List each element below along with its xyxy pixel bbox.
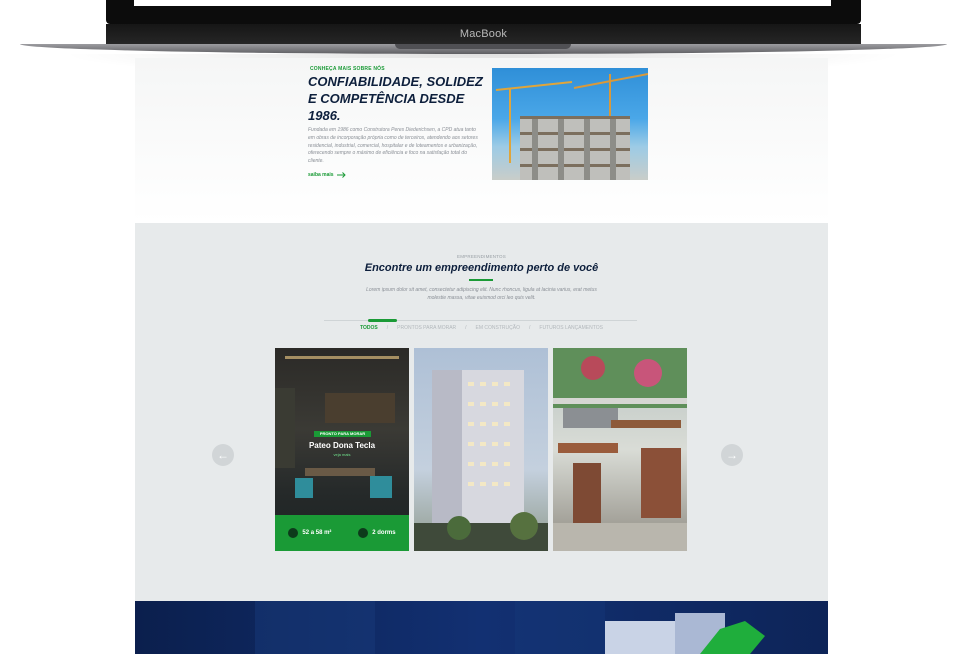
property-card[interactable] [553,348,687,551]
filter-separator: / [386,325,389,331]
listing-section: EMPREENDIMENTOS Encontre um empreendimen… [135,223,828,601]
laptop-screen [106,0,861,24]
filter-futuros[interactable]: FUTUROS LANÇAMENTOS [539,325,603,331]
laptop-chin: MacBook [106,24,861,44]
about-text: Fundada em 1986 como Construtora Peres D… [308,127,478,165]
screenshot: MacBook CONHEÇA MAIS SOBRE NÓS CONFIABIL… [0,0,966,654]
carousel-next-button[interactable]: → [721,444,743,466]
area-icon [288,528,299,538]
property-card[interactable] [414,348,548,551]
arrow-right-icon [336,172,346,178]
saiba-mais-link[interactable]: saiba mais [308,172,346,178]
filter-tabs: TODOS / PRONTOS PARA MORAR / EM CONSTRUÇ… [135,325,828,331]
spec-rooms: 2 dorms [358,528,396,538]
veja-mais-link[interactable]: veja mais [275,452,409,457]
title-underline [469,279,493,281]
featured-banner [135,601,828,654]
rooms-value: 2 dorms [372,530,396,536]
construction-illustration [495,73,648,180]
website-page: CONHEÇA MAIS SOBRE NÓS CONFIABILIDADE, S… [135,58,828,654]
about-eyebrow: CONHEÇA MAIS SOBRE NÓS [310,66,385,72]
filter-separator: / [465,325,467,331]
arrow-right-icon: → [726,448,738,462]
area-value: 52 a 58 m² [302,530,332,536]
filter-prontos[interactable]: PRONTOS PARA MORAR [397,325,456,331]
saiba-mais-label: saiba mais [308,172,334,178]
spec-area: 52 a 58 m² [288,528,331,538]
listing-text: Lorem ipsum dolor sit amet, consectetur … [366,287,597,301]
carousel-prev-button[interactable]: ← [212,444,234,466]
macbook-label: MacBook [459,28,508,40]
listing-eyebrow: EMPREENDIMENTOS [457,254,506,259]
filter-active-indicator [368,319,397,322]
screen-content-edge [134,0,831,6]
about-title: CONFIABILIDADE, SOLIDEZ E COMPETÊNCIA DE… [308,74,483,123]
status-badge: PRONTO PARA MORAR [314,431,371,437]
filter-todos[interactable]: TODOS [360,325,378,331]
filter-separator: / [529,325,531,331]
listing-title: Encontre um empreendimento perto de você [364,262,599,274]
arrow-left-icon: ← [217,448,229,462]
card-specs: 52 a 58 m² 2 dorms [275,515,409,551]
filter-construcao[interactable]: EM CONSTRUÇÃO [476,325,520,331]
banner-building-illustration [255,601,765,654]
laptop-notch [395,44,571,49]
bed-icon [358,528,369,538]
construction-photo [492,68,648,180]
about-section: CONHEÇA MAIS SOBRE NÓS CONFIABILIDADE, S… [135,58,828,223]
property-card[interactable]: PRONTO PARA MORAR Pateo Dona Tecla veja … [275,348,409,551]
property-name: Pateo Dona Tecla [308,441,376,450]
building-photo [414,370,548,551]
dining-photo [553,348,687,551]
